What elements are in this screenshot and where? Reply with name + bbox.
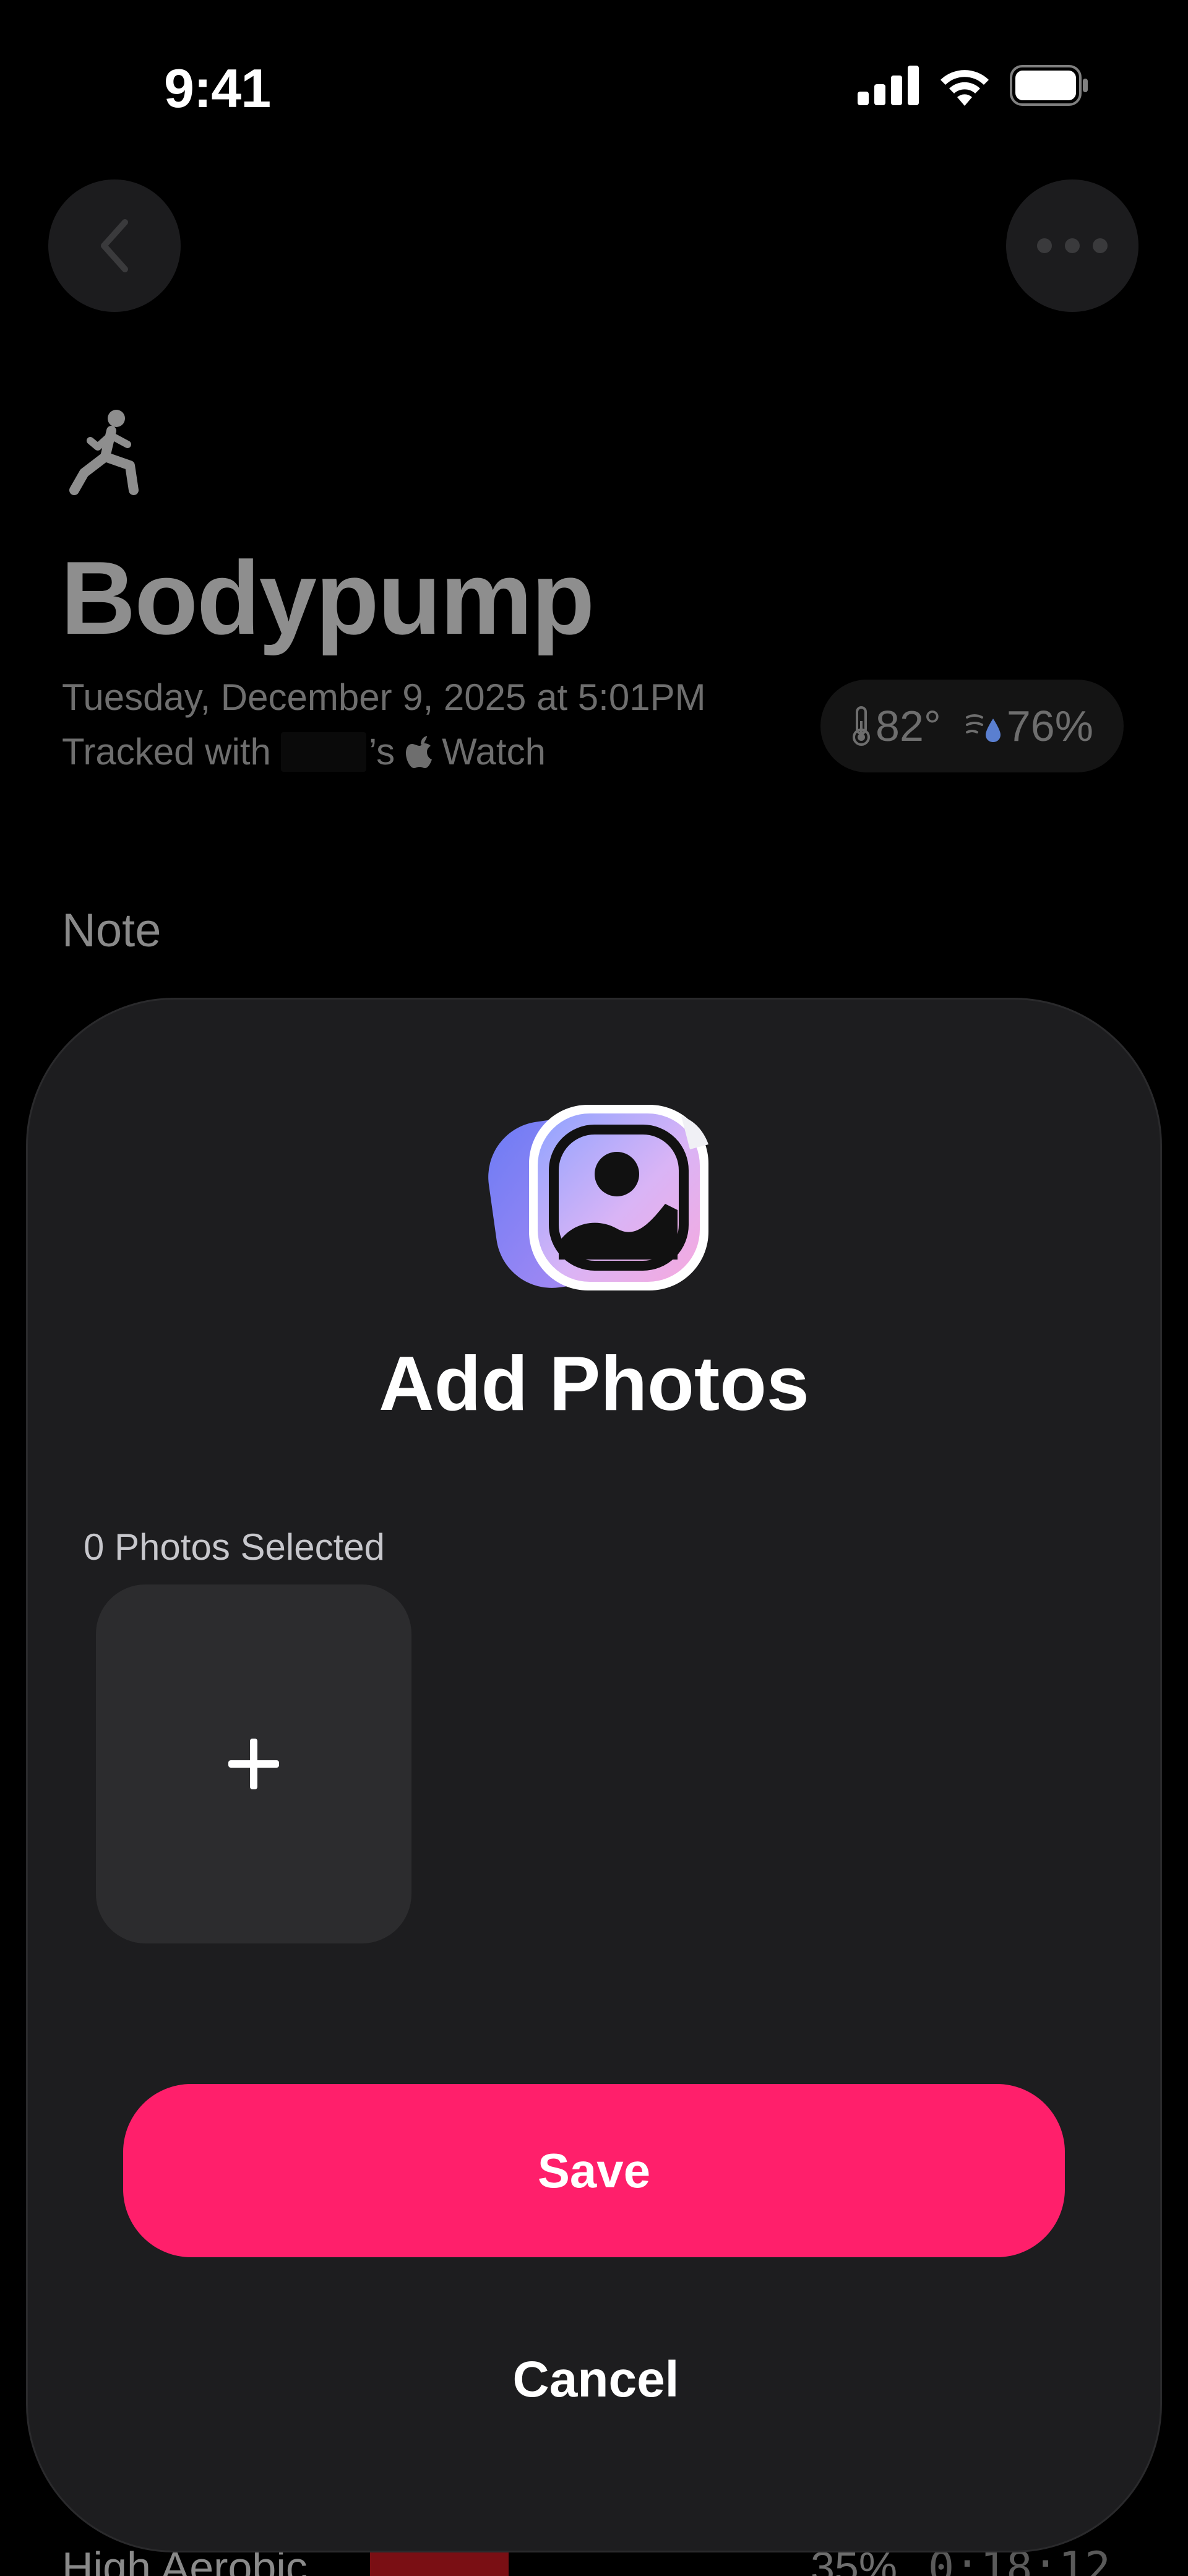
save-button[interactable]: Save [123, 2084, 1065, 2257]
plus-icon [228, 1739, 279, 1789]
apple-logo-icon [406, 735, 433, 768]
tracked-with-line: Tracked with ’s Watch [62, 730, 546, 773]
temperature-value: 82° [876, 702, 941, 750]
photo-stack-icon [488, 1105, 708, 1290]
more-button[interactable] [1006, 179, 1138, 312]
back-button[interactable] [48, 179, 181, 312]
lunge-figure-icon [69, 410, 139, 495]
photos-selected-count: 0 Photos Selected [84, 1526, 385, 1568]
thermometer-icon [853, 706, 871, 746]
tracked-suffix: ’s [368, 731, 395, 772]
note-label: Note [62, 904, 161, 957]
status-time: 9:41 [164, 58, 271, 119]
ellipsis-icon [1037, 238, 1108, 253]
cellular-signal-icon [858, 66, 919, 105]
status-icons [858, 65, 1089, 106]
zone-bar [370, 2550, 509, 2576]
redacted-name [280, 732, 366, 772]
wifi-icon [940, 70, 989, 106]
add-photo-tile[interactable] [96, 1584, 411, 1943]
temperature-item: 82° [851, 701, 941, 751]
humidity-value: 76% [1006, 702, 1093, 750]
sheet-title: Add Photos [379, 1341, 809, 1427]
tracked-device: Watch [442, 731, 546, 772]
humidity-item: 76% [965, 701, 1093, 751]
cancel-button[interactable]: Cancel [374, 2330, 817, 2429]
weather-pill: 82° 76% [820, 680, 1124, 772]
humidity-icon [965, 714, 1001, 742]
tracked-prefix: Tracked with [62, 731, 271, 772]
workout-date: Tuesday, December 9, 2025 at 5:01PM [62, 676, 706, 718]
chevron-left-icon [101, 219, 128, 272]
workout-title: Bodypump [61, 540, 595, 656]
add-photos-sheet: Add Photos 0 Photos Selected Save Cancel [26, 998, 1162, 2552]
battery-icon [1010, 65, 1088, 106]
